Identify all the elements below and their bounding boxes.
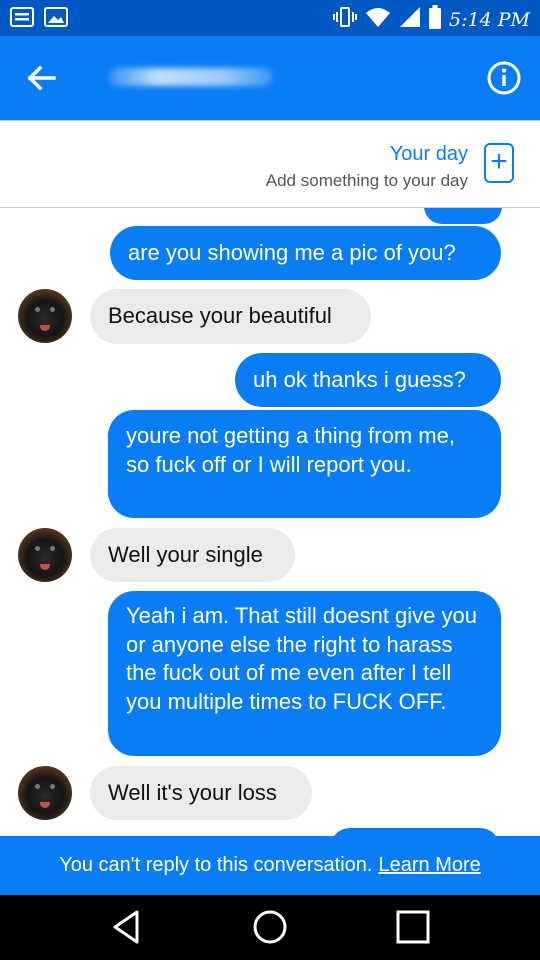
conversation-header bbox=[0, 36, 540, 120]
nav-home-button[interactable] bbox=[250, 907, 290, 947]
nav-recents-icon bbox=[393, 910, 433, 951]
your-day-subtitle: Add something to your day bbox=[265, 171, 468, 190]
message-bubble-outgoing: youre not getting a thing from me, so fu… bbox=[108, 410, 501, 518]
your-day-bar[interactable]: Your day Add something to your day + bbox=[0, 120, 540, 208]
cannot-reply-banner: You can't reply to this conversation. Lea… bbox=[0, 836, 540, 895]
avatar[interactable] bbox=[18, 766, 72, 820]
message-bubble-outgoing: uh ok thanks i guess? bbox=[235, 353, 501, 407]
info-icon bbox=[486, 61, 522, 100]
avatar[interactable] bbox=[18, 528, 72, 582]
system-nav-bar bbox=[0, 895, 540, 960]
message-bubble-partial bbox=[330, 828, 500, 836]
back-arrow-icon bbox=[22, 65, 62, 100]
message-bubble-outgoing: are you showing me a pic of you? bbox=[110, 226, 501, 280]
nav-back-button[interactable] bbox=[107, 907, 147, 947]
plus-icon: + bbox=[490, 145, 508, 178]
message-list[interactable]: are you showing me a pic of you? Because… bbox=[0, 208, 540, 836]
add-to-day-button[interactable]: + bbox=[484, 143, 514, 183]
nav-home-icon bbox=[250, 910, 290, 951]
message-bubble-incoming: Because your beautiful bbox=[90, 289, 371, 344]
signal-icon bbox=[399, 6, 421, 33]
vibrate-icon bbox=[333, 6, 358, 33]
your-day-title: Your day bbox=[389, 143, 468, 165]
avatar[interactable] bbox=[18, 289, 72, 343]
back-button[interactable] bbox=[22, 60, 62, 96]
nav-back-icon bbox=[107, 910, 147, 951]
wifi-icon bbox=[365, 6, 391, 33]
image-icon bbox=[44, 7, 68, 32]
message-bubble-partial bbox=[424, 208, 502, 224]
contact-name-blurred bbox=[108, 68, 273, 86]
nav-recents-button[interactable] bbox=[393, 907, 433, 947]
message-bubble-incoming: Well your single bbox=[90, 528, 295, 582]
learn-more-link[interactable]: Learn More bbox=[378, 854, 480, 876]
message-bubble-incoming: Well it's your loss bbox=[90, 766, 312, 820]
cannot-reply-text: You can't reply to this conversation. bbox=[59, 854, 373, 876]
info-button[interactable] bbox=[486, 60, 522, 96]
status-bar: 5:14 PM bbox=[0, 0, 540, 36]
notification-icon bbox=[10, 7, 34, 32]
status-time: 5:14 PM bbox=[449, 8, 530, 31]
battery-icon bbox=[429, 5, 442, 34]
message-bubble-outgoing: Yeah i am. That still doesnt give you or… bbox=[108, 591, 501, 756]
